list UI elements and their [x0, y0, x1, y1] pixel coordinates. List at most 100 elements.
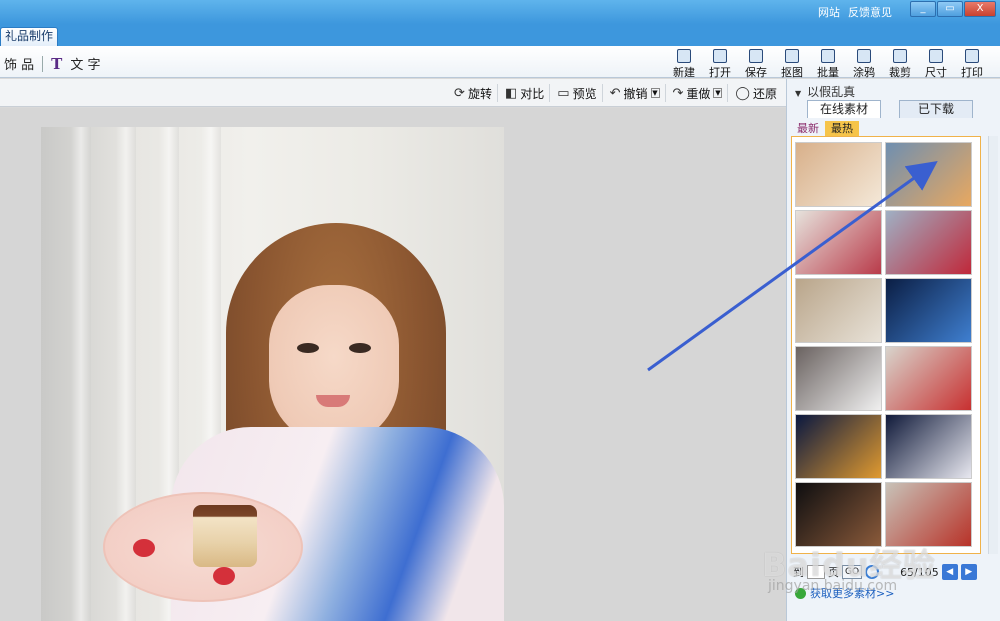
new-label: 新建 [673, 66, 695, 79]
compare-button[interactable]: ◧ 对比 [500, 84, 551, 102]
preview-label: 预览 [572, 86, 597, 101]
page-input[interactable] [807, 565, 825, 579]
doodle-button[interactable]: 涂鸦 [846, 48, 882, 80]
crop-button[interactable]: 裁剪 [882, 48, 918, 80]
doodle-label: 涂鸦 [853, 66, 875, 79]
save-label: 保存 [745, 66, 767, 79]
material-thumbnail[interactable] [795, 414, 882, 479]
tab-downloaded[interactable]: 已下载 [899, 100, 973, 118]
tab-hottest[interactable]: 最热 [825, 121, 859, 136]
canvas-area[interactable] [0, 108, 786, 621]
photo-strawberry [213, 567, 235, 585]
printer-icon [965, 49, 979, 63]
print-button[interactable]: 打印 [954, 48, 990, 80]
panel-tabs: 在线素材 已下载 [807, 100, 973, 118]
crop-label: 裁剪 [889, 66, 911, 79]
pager: 到 页 GO 65/105 ◀ ▶ [793, 564, 977, 580]
undo-button[interactable]: ↶ 撤销 ▼ [605, 84, 666, 102]
material-thumbnail[interactable] [795, 210, 882, 275]
maximize-button[interactable]: ▭ [937, 1, 963, 17]
feedback-link[interactable]: 反馈意见 [848, 4, 892, 20]
open-button[interactable]: 打开 [702, 48, 738, 80]
refresh-icon[interactable] [865, 565, 880, 579]
window-controls: _ ▭ X [910, 1, 996, 17]
batch-label: 批量 [817, 66, 839, 79]
resize-button[interactable]: 尺寸 [918, 48, 954, 80]
toolbar-left: 饰 品 T 文 字 [4, 54, 100, 74]
material-thumbnail[interactable] [885, 482, 972, 547]
doodle-icon [857, 49, 871, 63]
material-thumbnail[interactable] [795, 346, 882, 411]
thumbnail-grid [791, 136, 981, 554]
redo-dropdown-icon[interactable]: ▼ [713, 88, 723, 98]
panel-header[interactable]: ▼ 以假乱真 [795, 83, 855, 100]
tab-online-materials[interactable]: 在线素材 [807, 100, 881, 118]
edit-tools: ⟳ 旋转 ◧ 对比 ▭ 预览 ↶ 撤销 ▼ ↷ 重做 ▼ ◯ 还原 [449, 84, 782, 102]
compare-label: 对比 [520, 86, 545, 101]
tab-strip: 礼品制作 [0, 24, 1000, 46]
restore-icon: ◯ [735, 85, 750, 101]
open-label: 打开 [709, 66, 731, 79]
go-button[interactable]: GO [842, 565, 863, 579]
photo-strawberry [133, 539, 155, 557]
redo-button[interactable]: ↷ 重做 ▼ [668, 84, 729, 102]
next-page-button[interactable]: ▶ [960, 564, 977, 580]
photo-mouth [316, 395, 350, 407]
toolbar-divider [42, 55, 44, 72]
material-thumbnail[interactable] [885, 142, 972, 207]
new-button[interactable]: 新建 [666, 48, 702, 80]
restore-button[interactable]: ◯ 还原 [730, 84, 782, 102]
material-thumbnail[interactable] [885, 414, 972, 479]
photo-face [269, 285, 399, 445]
new-file-icon [677, 49, 691, 63]
rotate-button[interactable]: ⟳ 旋转 [449, 84, 498, 102]
folder-icon [713, 49, 727, 63]
main-toolbar: 饰 品 T 文 字 新建 打开 保存 抠图 批量 涂鸦 裁剪 尺寸 打印 [0, 46, 1000, 80]
thumbnail-list [795, 142, 972, 547]
batch-icon [821, 49, 835, 63]
batch-button[interactable]: 批量 [810, 48, 846, 80]
cutout-button[interactable]: 抠图 [774, 48, 810, 80]
tab-newest[interactable]: 最新 [791, 121, 825, 136]
pager-prefix: 到 [793, 566, 804, 579]
page-info: 65/105 [900, 565, 939, 579]
undo-icon: ↶ [609, 85, 621, 101]
close-button[interactable]: X [964, 1, 996, 17]
photo-canvas[interactable] [41, 127, 504, 621]
website-link[interactable]: 网站 [818, 4, 840, 20]
text-button[interactable]: 文 字 [70, 54, 100, 73]
globe-icon [795, 587, 806, 599]
material-thumbnail[interactable] [885, 278, 972, 343]
material-thumbnail[interactable] [795, 482, 882, 547]
curtain-fold [71, 127, 91, 621]
material-thumbnail[interactable] [885, 346, 972, 411]
material-thumbnail[interactable] [795, 142, 882, 207]
accessories-button[interactable]: 饰 品 [4, 54, 34, 73]
tab-gift-making[interactable]: 礼品制作 [0, 27, 59, 46]
toolbar-tools: 新建 打开 保存 抠图 批量 涂鸦 裁剪 尺寸 打印 [666, 48, 990, 80]
cutout-label: 抠图 [781, 66, 803, 79]
text-icon: T [51, 54, 63, 73]
minimize-button[interactable]: _ [910, 1, 936, 17]
more-materials-link[interactable]: 获取更多素材>> [795, 585, 894, 601]
pager-page-word: 页 [828, 566, 839, 579]
redo-label: 重做 [686, 86, 711, 101]
rotate-icon: ⟳ [454, 85, 465, 101]
save-button[interactable]: 保存 [738, 48, 774, 80]
rotate-label: 旋转 [467, 86, 492, 101]
material-thumbnail[interactable] [795, 278, 882, 343]
more-materials-label: 获取更多素材>> [810, 587, 895, 600]
photo-cake [193, 505, 257, 567]
material-panel: ▼ 以假乱真 在线素材 已下载 最新 最热 到 页 GO 65/105 ◀ ▶ 获… [786, 79, 1000, 621]
material-thumbnail[interactable] [885, 210, 972, 275]
sort-tabs: 最新 最热 [791, 121, 859, 136]
redo-icon: ↷ [672, 85, 684, 101]
prev-page-button[interactable]: ◀ [941, 564, 958, 580]
print-label: 打印 [961, 66, 983, 79]
preview-button[interactable]: ▭ 预览 [552, 84, 603, 102]
undo-dropdown-icon[interactable]: ▼ [650, 88, 660, 98]
title-links: 网站 反馈意见 [818, 4, 892, 20]
thumbnail-scrollbar[interactable] [988, 136, 998, 554]
edit-toolbar: ⟳ 旋转 ◧ 对比 ▭ 预览 ↶ 撤销 ▼ ↷ 重做 ▼ ◯ 还原 [0, 79, 786, 107]
photo-eye [349, 343, 371, 353]
